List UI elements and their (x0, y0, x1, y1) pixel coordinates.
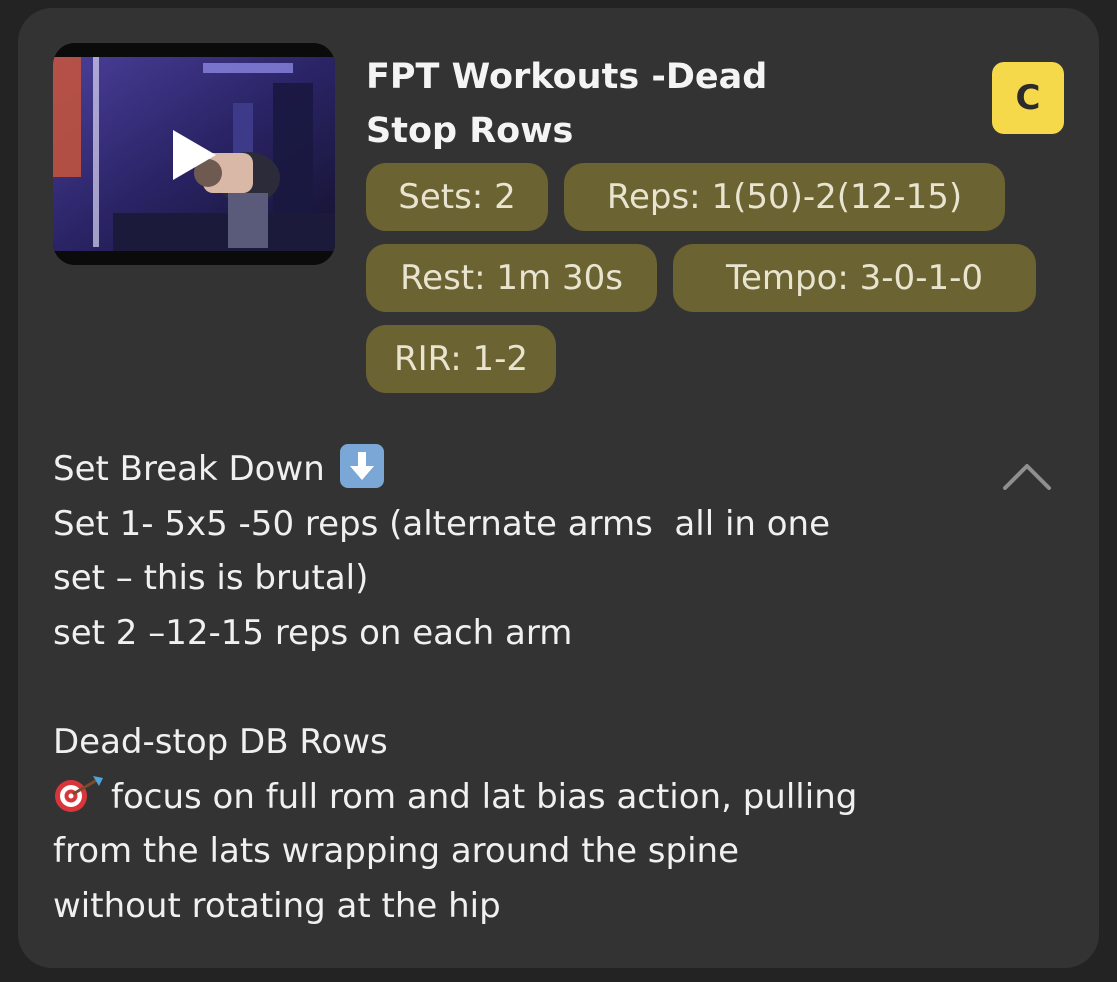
video-thumbnail[interactable] (53, 43, 335, 265)
sets-chip: Sets: 2 (366, 163, 548, 231)
description-line: focus on full rom and lat bias action, p… (53, 770, 993, 825)
description-blank-line (53, 660, 993, 715)
rir-chip: RIR: 1-2 (366, 325, 556, 393)
down-arrow-emoji-icon (339, 444, 384, 488)
description-line: set – this is brutal) (53, 558, 369, 599)
grade-badge: C (992, 62, 1064, 134)
target-emoji-icon (53, 774, 105, 814)
exercise-card: FPT Workouts -Dead Stop Rows C Sets: 2 R… (18, 8, 1099, 968)
description-line: Set Break Down (53, 442, 993, 497)
chevron-up-icon[interactable] (1002, 460, 1052, 494)
rest-chip: Rest: 1m 30s (366, 244, 657, 312)
description-line: Dead-stop DB Rows (53, 721, 388, 762)
description-line: from the lats wrapping around the spine (53, 831, 740, 872)
exercise-title: FPT Workouts -Dead Stop Rows (366, 57, 768, 151)
description-line: without rotating at the hip (53, 885, 501, 926)
description-line: set 2 –12-15 reps on each arm (53, 612, 573, 653)
description-text: focus on full rom and lat bias action, p… (111, 776, 858, 817)
description-line: Set 1- 5x5 -50 reps (alternate arms all … (53, 503, 831, 544)
tempo-chip: Tempo: 3-0-1-0 (673, 244, 1036, 312)
exercise-description: Set Break Down Set 1- 5x5 -50 reps (alte… (53, 442, 993, 933)
set-breakdown-heading: Set Break Down (53, 449, 325, 489)
reps-chip: Reps: 1(50)-2(12-15) (564, 163, 1005, 231)
